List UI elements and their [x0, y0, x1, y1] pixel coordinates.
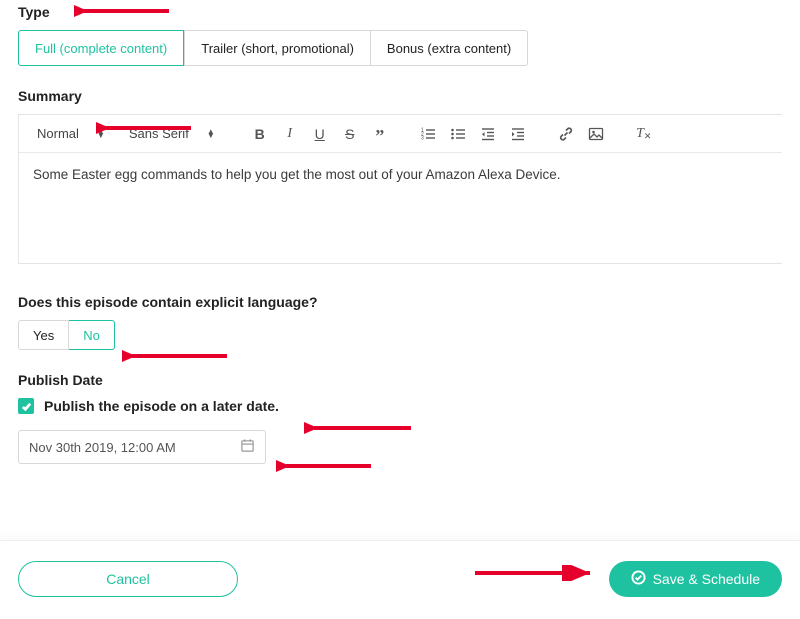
explicit-no[interactable]: No [69, 320, 115, 350]
font-picker[interactable]: Sans Serif ▲▼ [119, 126, 225, 141]
outdent-button[interactable] [475, 121, 501, 147]
indent-button[interactable] [505, 121, 531, 147]
annotation-arrow [122, 348, 232, 364]
strike-button[interactable]: S [337, 121, 363, 147]
summary-editor: Normal ▲▼ Sans Serif ▲▼ B I U S ” 123 [18, 114, 782, 264]
save-button-label: Save & Schedule [653, 571, 760, 587]
type-option-bonus[interactable]: Bonus (extra content) [371, 30, 528, 66]
bold-button[interactable]: B [247, 121, 273, 147]
footer: Cancel Save & Schedule [0, 540, 800, 619]
cancel-button[interactable]: Cancel [18, 561, 238, 597]
publish-later-label: Publish the episode on a later date. [44, 398, 279, 414]
type-option-bonus-label: Bonus (extra content) [387, 41, 511, 56]
image-button[interactable] [583, 121, 609, 147]
svg-text:3: 3 [421, 135, 424, 141]
publish-later-checkbox[interactable] [18, 398, 34, 414]
explicit-no-label: No [83, 328, 100, 343]
heading-picker[interactable]: Normal ▲▼ [27, 126, 115, 141]
summary-content[interactable]: Some Easter egg commands to help you get… [19, 153, 782, 263]
explicit-yes-label: Yes [33, 328, 54, 343]
sort-icon: ▲▼ [207, 130, 215, 138]
publish-date-label: Publish Date [18, 372, 782, 388]
check-circle-icon [631, 570, 646, 588]
font-picker-label: Sans Serif [129, 126, 189, 141]
unordered-list-button[interactable] [445, 121, 471, 147]
cancel-button-label: Cancel [106, 571, 150, 587]
ordered-list-button[interactable]: 123 [415, 121, 441, 147]
clear-format-button[interactable]: T✕ [631, 121, 657, 147]
italic-button[interactable]: I [277, 121, 303, 147]
explicit-options: Yes No [18, 320, 115, 350]
explicit-yes[interactable]: Yes [18, 320, 69, 350]
type-option-trailer-label: Trailer (short, promotional) [201, 41, 354, 56]
summary-toolbar: Normal ▲▼ Sans Serif ▲▼ B I U S ” 123 [19, 115, 782, 153]
type-option-trailer[interactable]: Trailer (short, promotional) [184, 30, 371, 66]
heading-picker-label: Normal [37, 126, 79, 141]
quote-button[interactable]: ” [367, 124, 393, 150]
type-option-full[interactable]: Full (complete content) [18, 30, 184, 66]
explicit-label: Does this episode contain explicit langu… [18, 294, 782, 310]
calendar-icon [240, 438, 255, 456]
publish-date-value: Nov 30th 2019, 12:00 AM [29, 440, 176, 455]
type-options: Full (complete content) Trailer (short, … [18, 30, 528, 66]
type-option-full-label: Full (complete content) [35, 41, 167, 56]
save-schedule-button[interactable]: Save & Schedule [609, 561, 782, 597]
link-button[interactable] [553, 121, 579, 147]
underline-button[interactable]: U [307, 121, 333, 147]
type-label: Type [18, 4, 782, 20]
summary-label: Summary [18, 88, 782, 104]
sort-icon: ▲▼ [97, 130, 105, 138]
publish-date-input[interactable]: Nov 30th 2019, 12:00 AM [18, 430, 266, 464]
